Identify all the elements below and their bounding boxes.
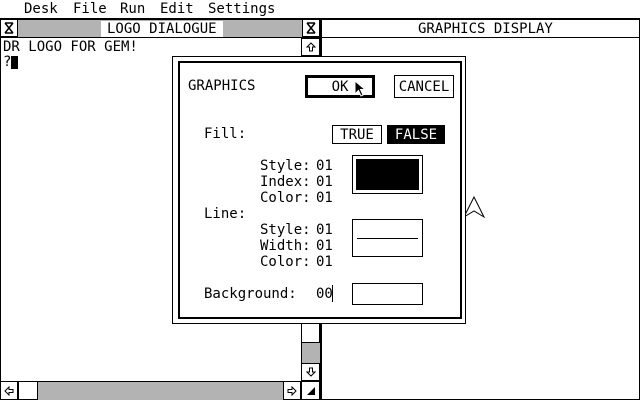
cancel-button[interactable]: CANCEL — [394, 75, 454, 98]
graphics-window-title: GRAPHICS DISPLAY — [412, 21, 559, 37]
fill-false-button[interactable]: FALSE — [387, 125, 445, 144]
menu-bar: Desk File Run Edit Settings — [0, 0, 640, 19]
fill-index-label: Index: — [260, 174, 311, 190]
line-width-label: Width: — [260, 238, 311, 254]
horizontal-scrollbar[interactable] — [1, 381, 302, 400]
left-arrow-icon[interactable] — [0, 381, 18, 400]
fill-preview-swatch — [352, 155, 423, 194]
dialog-title: GRAPHICS — [188, 78, 256, 94]
horizontal-scroll-thumb[interactable] — [18, 381, 38, 400]
line-color-label: Color: — [260, 254, 311, 270]
line-style-label: Style: — [260, 222, 311, 238]
line-style-value[interactable]: 01 — [316, 222, 333, 238]
text-cursor — [11, 56, 18, 69]
close-icon[interactable] — [0, 19, 18, 37]
text-cursor — [332, 285, 333, 302]
menu-file[interactable]: File — [73, 1, 107, 18]
up-arrow-icon[interactable] — [301, 38, 320, 56]
line-width-value[interactable]: 01 — [316, 238, 333, 254]
fill-color-value[interactable]: 01 — [316, 190, 333, 206]
menu-run[interactable]: Run — [120, 1, 145, 18]
logo-window-titlebar[interactable]: LOGO DIALOGUE — [0, 19, 320, 38]
fuller-icon[interactable] — [302, 19, 320, 37]
background-value[interactable]: 00 — [316, 286, 333, 302]
menu-desk[interactable]: Desk — [24, 1, 58, 18]
graphics-window-titlebar[interactable]: GRAPHICS DISPLAY — [322, 20, 639, 38]
right-arrow-icon[interactable] — [283, 381, 301, 400]
fill-style-label: Style: — [260, 158, 311, 174]
fill-label: Fill: — [204, 126, 247, 142]
cancel-button-label: CANCEL — [398, 78, 450, 95]
fill-color-label: Color: — [260, 190, 311, 206]
logo-window-title: LOGO DIALOGUE — [101, 21, 223, 37]
fill-true-button[interactable]: TRUE — [332, 125, 382, 144]
fill-false-label: FALSE — [394, 126, 438, 143]
logo-output-line: DR LOGO FOR GEM! — [3, 39, 138, 55]
ok-button-label: OK — [331, 78, 349, 95]
fill-style-value[interactable]: 01 — [316, 158, 333, 174]
background-label: Background: — [204, 286, 297, 302]
fill-true-label: TRUE — [340, 126, 374, 143]
fill-index-value[interactable]: 01 — [316, 174, 333, 190]
size-icon[interactable] — [301, 381, 320, 400]
background-preview-swatch — [352, 283, 423, 305]
down-arrow-icon[interactable] — [301, 363, 320, 381]
mouse-pointer-icon — [354, 80, 367, 97]
line-label: Line: — [204, 206, 247, 222]
line-preview-swatch — [352, 219, 423, 257]
line-color-value[interactable]: 01 — [316, 254, 333, 270]
menu-settings[interactable]: Settings — [208, 1, 275, 18]
menu-edit[interactable]: Edit — [160, 1, 194, 18]
